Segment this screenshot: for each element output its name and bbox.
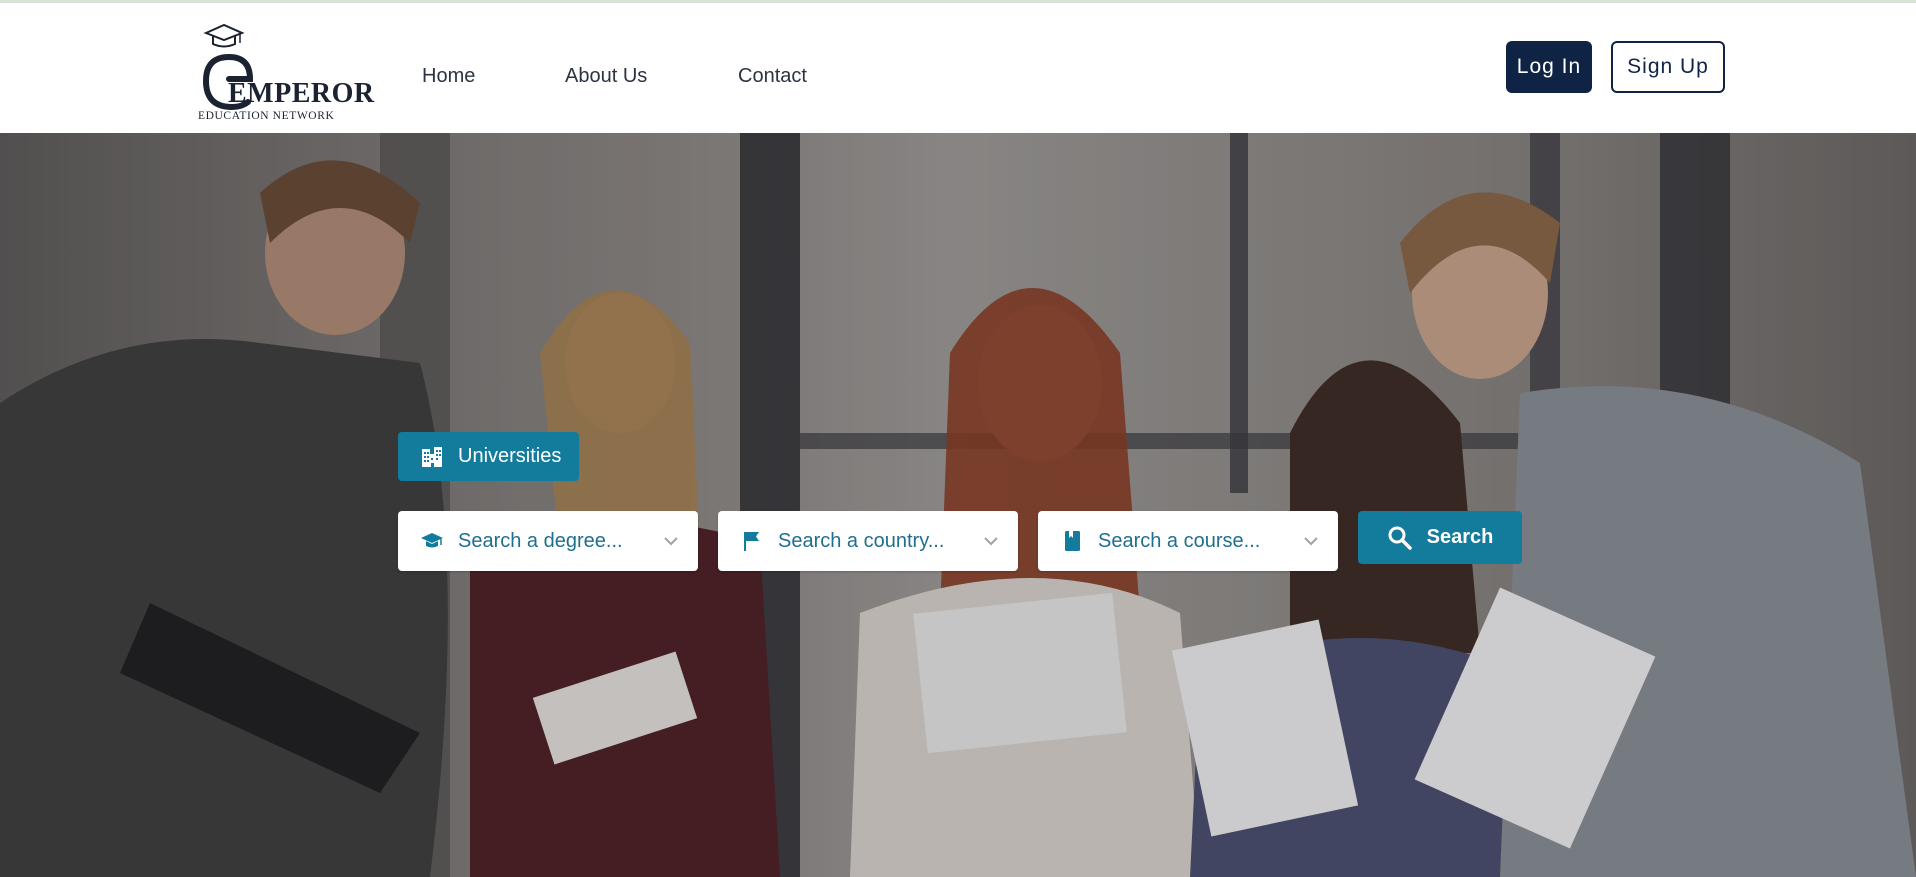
book-icon [1065,531,1080,551]
country-select-placeholder: Search a country... [778,529,945,552]
building-icon [422,446,442,467]
degree-select-placeholder: Search a degree... [458,529,623,552]
chevron-down-icon [984,537,998,546]
nav-contact-link[interactable]: Contact [738,65,807,88]
nav-about-link[interactable]: About Us [565,65,647,88]
hero-section: Universities Search a degree... Search a… [0,133,1916,877]
chevron-down-icon [1304,537,1318,546]
site-header: EMPEROR EDUCATION NETWORK Home About Us … [0,3,1916,133]
graduation-cap-icon [421,533,443,548]
search-button-label: Search [1426,526,1494,548]
login-button[interactable]: Log In [1506,41,1592,93]
brand-tagline: EDUCATION NETWORK [198,110,335,122]
hero-overlay [0,133,1916,877]
signup-button[interactable]: Sign Up [1611,41,1725,93]
brand-logo[interactable]: EMPEROR EDUCATION NETWORK [196,21,374,122]
search-icon [1388,526,1412,550]
nav-home-link[interactable]: Home [422,65,475,88]
search-button[interactable]: Search [1358,511,1522,564]
universities-tab[interactable]: Universities [398,432,579,481]
flag-icon [744,532,759,551]
brand-name: EMPEROR [228,78,375,109]
course-select-placeholder: Search a course... [1098,529,1261,552]
degree-select[interactable]: Search a degree... [398,511,698,571]
universities-tab-label: Universities [458,445,562,467]
country-select[interactable]: Search a country... [718,511,1018,571]
chevron-down-icon [664,537,678,546]
course-select[interactable]: Search a course... [1038,511,1338,571]
